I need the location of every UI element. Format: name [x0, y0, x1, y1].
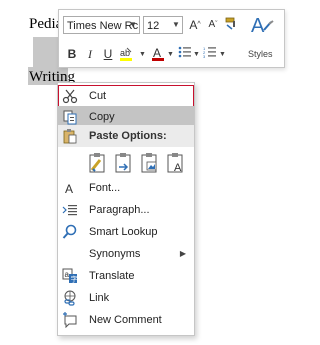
svg-text:a: a [65, 270, 70, 279]
paste-options-label: Paste Options: [89, 130, 167, 142]
context-menu: Cut Copy Paste Options: A A Font... Para… [57, 82, 195, 336]
numbering-icon[interactable]: 1 2 3 [202, 45, 218, 63]
paragraph-icon [62, 202, 78, 218]
bold-button[interactable]: B [64, 45, 80, 63]
menu-item-label: Smart Lookup [89, 226, 158, 238]
font-color-icon[interactable]: A [150, 45, 166, 63]
bullets-icon[interactable] [177, 45, 193, 63]
font-name-combo[interactable]: Times New Rc ▼ [63, 16, 140, 34]
chevron-right-icon: ▶ [179, 249, 186, 258]
chevron-down-icon[interactable]: ▼ [219, 50, 226, 60]
selected-text-highlight [33, 37, 61, 69]
menu-item-cut[interactable]: Cut [58, 85, 194, 107]
styles-label[interactable]: Styles [248, 49, 273, 59]
new-comment-icon [62, 312, 78, 329]
svg-text:A: A [65, 182, 73, 196]
menu-item-new-comment[interactable]: New Comment [58, 309, 194, 331]
highlight-icon[interactable]: ab [118, 45, 138, 63]
scissors-icon [62, 88, 78, 104]
menu-item-label: Translate [89, 270, 135, 282]
paste-keep-source-formatting-icon[interactable] [87, 151, 109, 175]
paste-keep-text-only-icon[interactable]: A [165, 151, 187, 175]
menu-item-link[interactable]: Link [58, 287, 194, 309]
mini-toolbar: Times New Rc ▼ 12 ▼ A^ Aˇ A Styles B I U… [58, 9, 285, 68]
font-size-combo[interactable]: 12 ▼ [143, 16, 183, 34]
shrink-font-icon[interactable]: Aˇ [205, 16, 221, 34]
italic-button[interactable]: I [82, 45, 98, 63]
menu-item-label: Link [89, 292, 110, 304]
translate-icon: a 字 [62, 268, 78, 284]
link-icon [62, 290, 78, 306]
search-icon [62, 224, 78, 240]
menu-item-label: Synonyms [89, 248, 141, 260]
menu-item-label: Paragraph... [89, 204, 150, 216]
format-painter-icon[interactable] [223, 16, 239, 34]
grow-font-icon[interactable]: A^ [187, 16, 203, 34]
chevron-down-icon[interactable]: ▼ [193, 50, 200, 60]
clipboard-icon [62, 128, 78, 149]
paste-picture-icon[interactable] [139, 151, 161, 175]
menu-item-label: Font... [89, 182, 121, 194]
menu-item-paragraph[interactable]: Paragraph... [58, 199, 194, 221]
font-size-value: 12 [147, 20, 160, 32]
paste-merge-formatting-icon[interactable] [113, 151, 135, 175]
chevron-down-icon[interactable]: ▼ [170, 17, 182, 33]
svg-text:3: 3 [203, 54, 206, 59]
copy-icon [62, 109, 78, 125]
menu-item-font[interactable]: A Font... [58, 177, 194, 199]
svg-text:A: A [251, 15, 265, 37]
paste-options-header: Paste Options: [58, 125, 194, 147]
svg-text:A: A [174, 162, 182, 174]
font-icon: A [62, 180, 78, 196]
underline-button[interactable]: U [100, 45, 116, 63]
menu-item-synonyms[interactable]: Synonyms ▶ [58, 243, 194, 265]
menu-item-smart-lookup[interactable]: Smart Lookup [58, 221, 194, 243]
menu-item-label: New Comment [89, 314, 162, 326]
svg-text:字: 字 [71, 275, 78, 284]
svg-text:A: A [153, 46, 161, 60]
menu-item-label: Cut [89, 90, 107, 102]
chevron-down-icon[interactable]: ▼ [127, 17, 139, 33]
styles-icon[interactable]: A [249, 12, 275, 40]
menu-item-translate[interactable]: a 字 Translate [58, 265, 194, 287]
chevron-down-icon[interactable]: ▼ [167, 50, 174, 60]
chevron-down-icon[interactable]: ▼ [139, 50, 146, 60]
